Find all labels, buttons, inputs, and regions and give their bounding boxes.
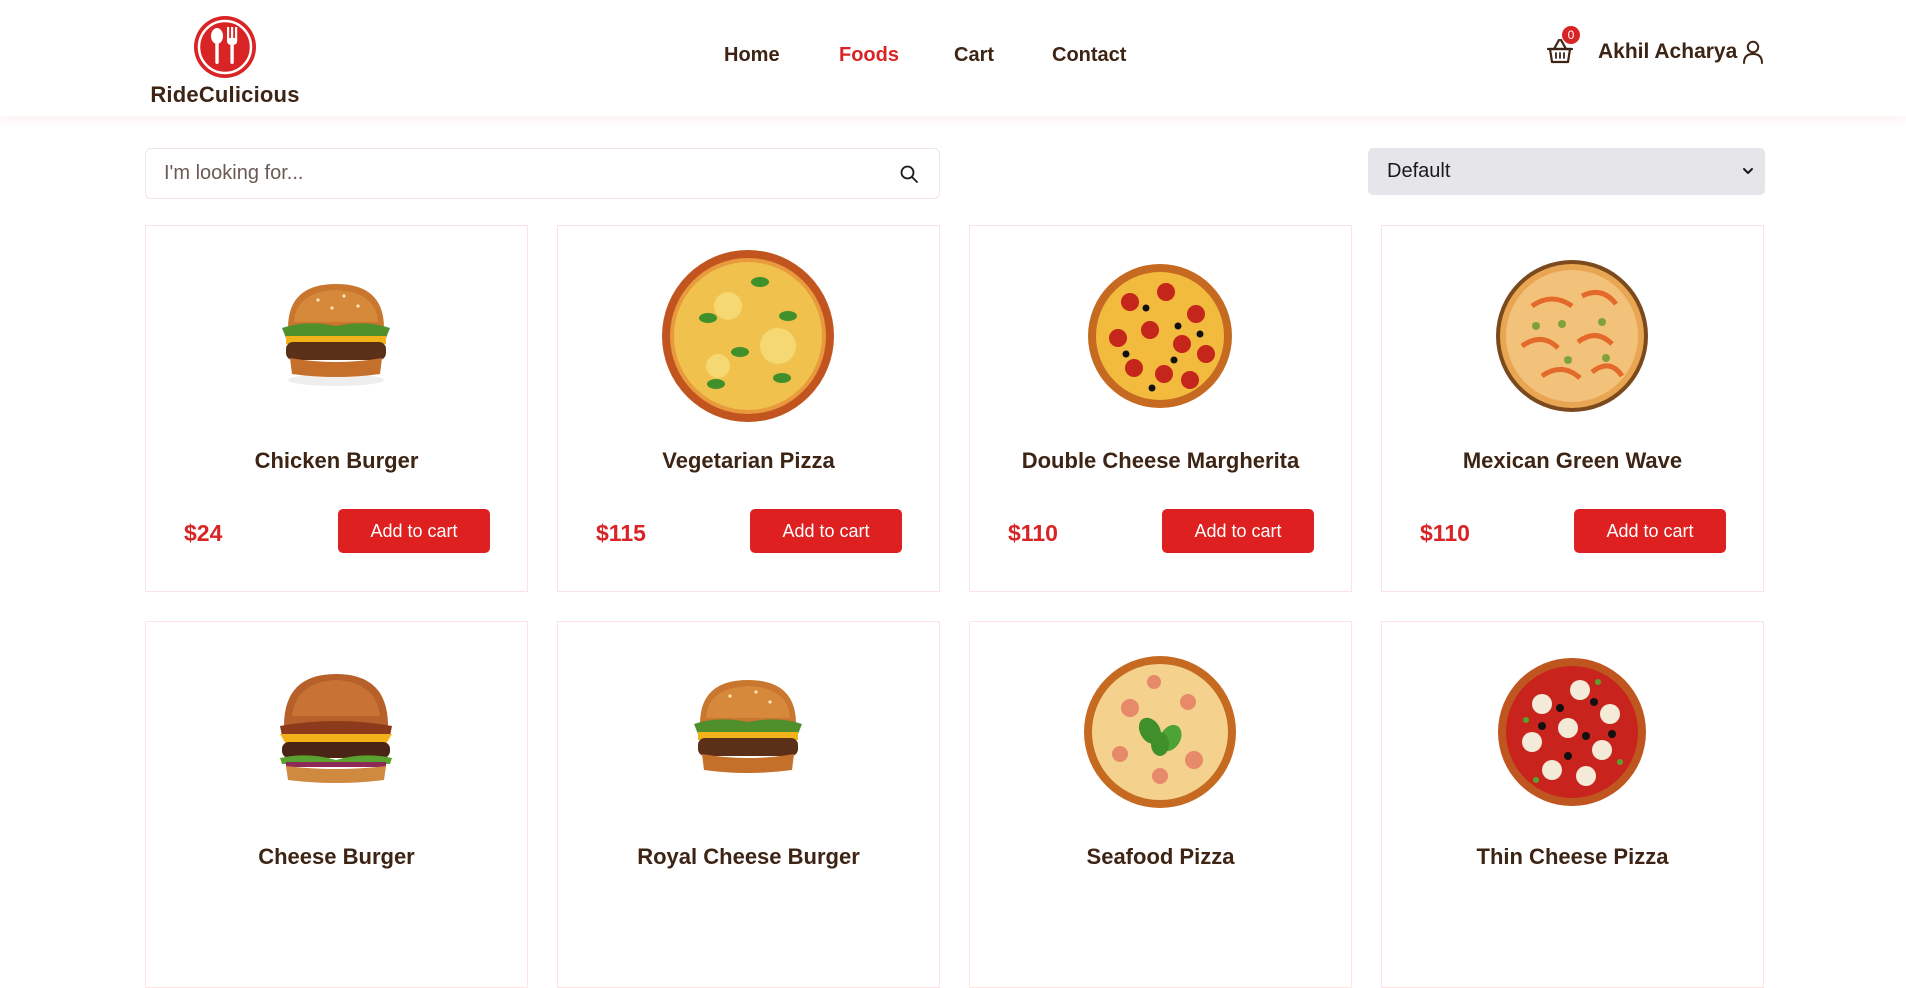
search-icon[interactable]	[899, 164, 919, 184]
product-price: $110	[1420, 520, 1470, 546]
burger-image	[280, 674, 392, 783]
product-card: Double Cheese Margherita $110 Add to car…	[969, 225, 1352, 592]
search-box	[145, 148, 940, 199]
product-card: Thin Cheese Pizza	[1381, 621, 1764, 988]
product-title: Double Cheese Margherita	[1021, 448, 1300, 473]
product-card: Mexican Green Wave $110 Add to cart	[1381, 225, 1764, 592]
product-card: Vegetarian Pizza $115 Add to cart	[557, 225, 940, 592]
product-title: Chicken Burger	[254, 448, 419, 473]
cart-button[interactable]: 0	[1540, 26, 1580, 68]
search-input[interactable]	[164, 149, 864, 198]
user-name: Akhil Acharya	[1598, 40, 1738, 63]
product-title: Seafood Pizza	[1086, 844, 1235, 869]
user-icon	[1743, 40, 1764, 64]
product-title: Thin Cheese Pizza	[1476, 844, 1669, 869]
pizza-image	[1084, 656, 1236, 808]
product-card: Cheese Burger	[145, 621, 528, 988]
burger-image	[282, 284, 390, 386]
brand-logo[interactable]: RideCulicious	[150, 14, 300, 107]
add-to-cart-button[interactable]: Add to cart	[1162, 509, 1314, 553]
product-card: Seafood Pizza	[969, 621, 1352, 988]
sort-selected-value: Default	[1387, 160, 1451, 182]
pizza-image	[1496, 260, 1648, 412]
chevron-down-icon	[1743, 168, 1753, 174]
product-title: Cheese Burger	[258, 844, 415, 869]
nav-home[interactable]: Home	[724, 44, 794, 67]
nav-foods[interactable]: Foods	[839, 44, 909, 67]
nav-contact[interactable]: Contact	[1052, 44, 1142, 67]
product-price: $115	[596, 520, 646, 546]
product-card: Royal Cheese Burger	[557, 621, 940, 988]
product-card: Chicken Burger $24 Add to cart	[145, 225, 528, 592]
product-title: Vegetarian Pizza	[662, 448, 835, 473]
add-to-cart-button[interactable]: Add to cart	[1574, 509, 1726, 553]
add-to-cart-button[interactable]: Add to cart	[750, 509, 902, 553]
product-title: Mexican Green Wave	[1462, 448, 1683, 473]
product-title: Royal Cheese Burger	[637, 844, 860, 869]
cart-count-badge: 0	[1562, 26, 1580, 44]
burger-image	[694, 680, 802, 773]
pizza-image	[662, 250, 834, 422]
product-price: $24	[184, 520, 223, 546]
user-menu[interactable]: Akhil Acharya	[1598, 38, 1765, 66]
nav-cart[interactable]: Cart	[954, 44, 1004, 67]
logo-fork-spoon-icon	[194, 16, 256, 78]
pizza-image	[1088, 264, 1232, 408]
site-header: RideCulicious Home Foods Cart Contact 0 …	[0, 0, 1906, 116]
sort-select[interactable]: Default	[1368, 148, 1765, 195]
brand-name: RideCulicious	[150, 82, 300, 107]
product-price: $110	[1008, 520, 1058, 546]
pizza-image	[1498, 658, 1646, 806]
add-to-cart-button[interactable]: Add to cart	[338, 509, 490, 553]
